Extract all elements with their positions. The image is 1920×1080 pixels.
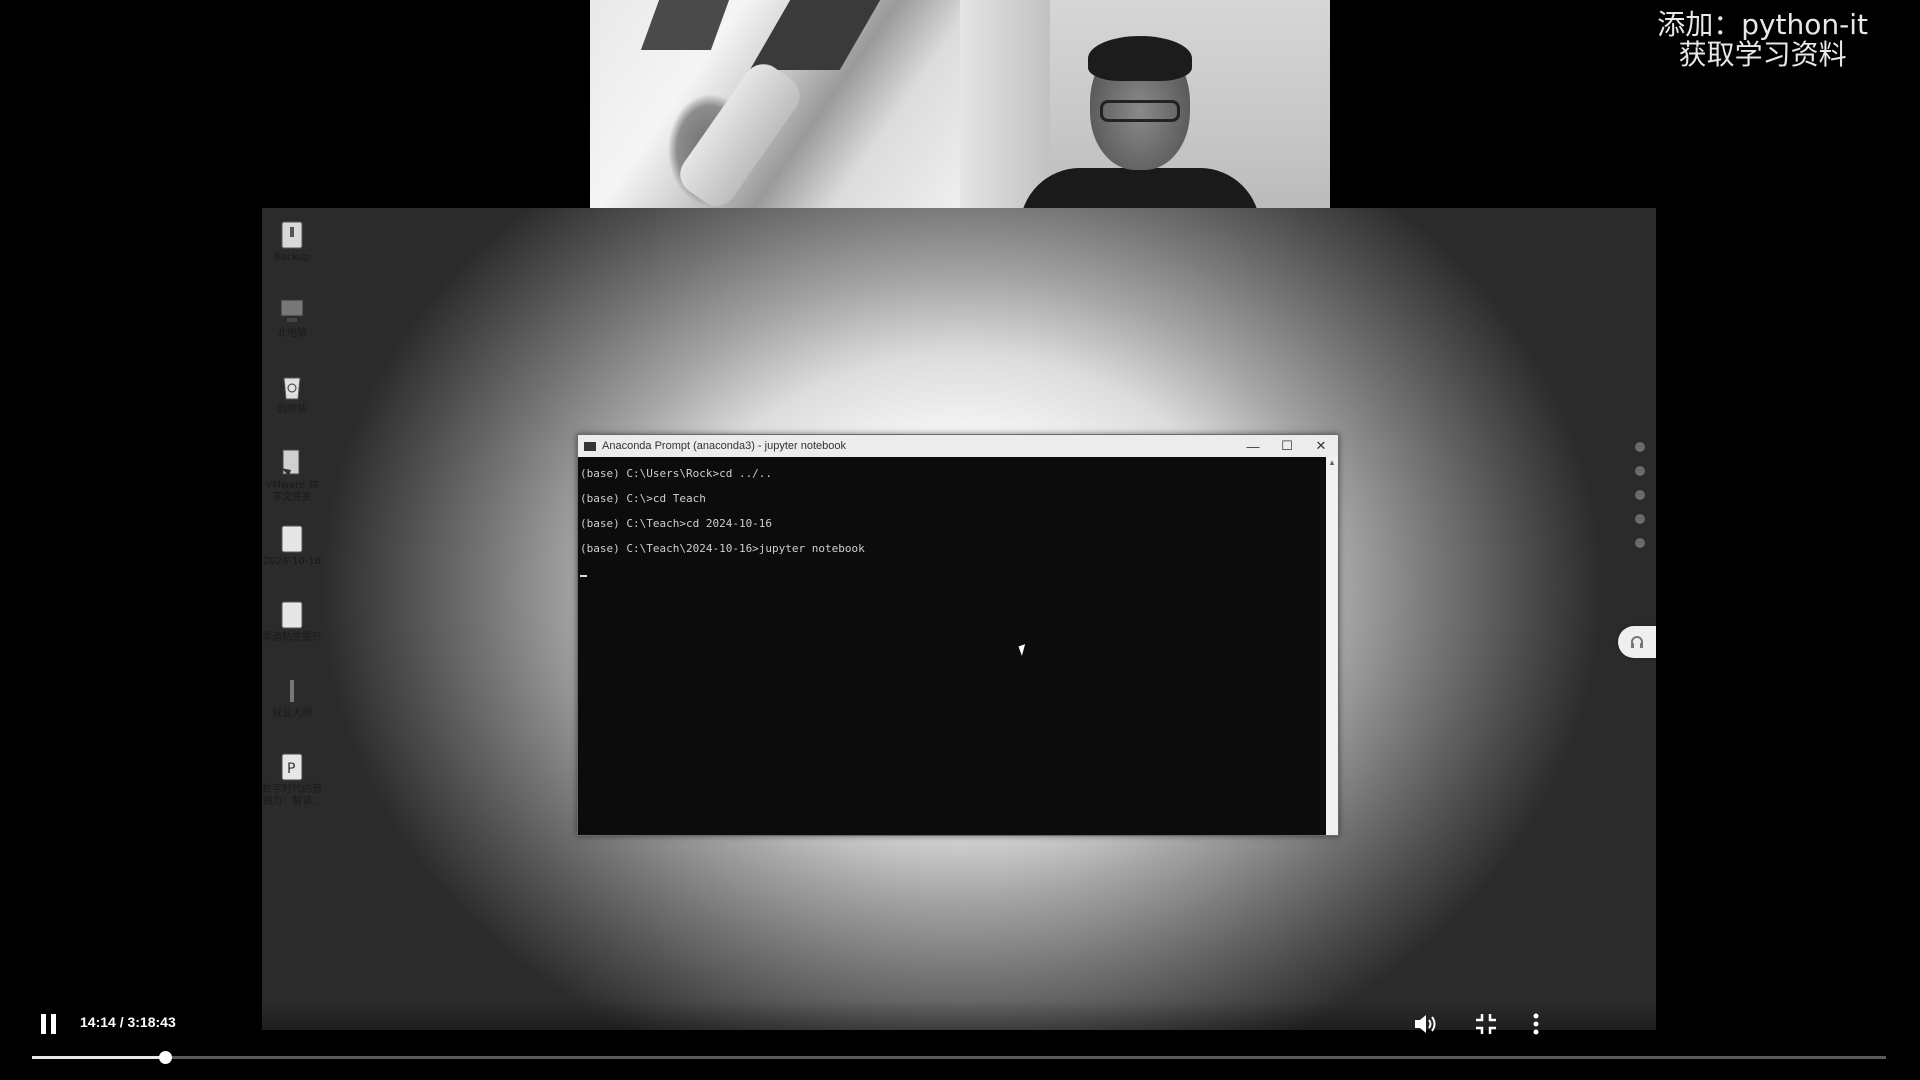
anaconda-prompt-window[interactable]: Anaconda Prompt (anaconda3) - jupyter no… bbox=[577, 434, 1339, 836]
desktop-icon-label: Backup bbox=[273, 252, 311, 263]
desktop-icon-presentation[interactable]: P 数字时代的营销力：解读... bbox=[262, 746, 322, 808]
desktop-icon-label: VMware 共享文件夹 bbox=[265, 480, 319, 503]
side-toolbar bbox=[1630, 428, 1650, 562]
terminal-line: (base) C:\Teach\2024-10-16>jupyter noteb… bbox=[580, 542, 865, 555]
progress-bar[interactable] bbox=[32, 1051, 1886, 1064]
more-vertical-icon bbox=[1533, 1013, 1539, 1035]
desktop-icon-label: 回收站 bbox=[277, 404, 307, 415]
side-toolbar-dot[interactable] bbox=[1635, 538, 1645, 548]
terminal-line: (base) C:\Teach>cd 2024-10-16 bbox=[580, 517, 773, 530]
shared-folder-icon bbox=[281, 449, 300, 476]
terminal-icon bbox=[584, 441, 596, 451]
desktop-icon-vmware-shared[interactable]: VMware 共享文件夹 bbox=[262, 442, 322, 504]
terminal-cursor-line bbox=[580, 567, 1326, 592]
side-toolbar-dot[interactable] bbox=[1635, 442, 1645, 452]
desktop-icon-employment-outline[interactable]: 就业大纲 bbox=[262, 670, 322, 720]
webcam-feed-left bbox=[590, 0, 960, 208]
window-titlebar[interactable]: Anaconda Prompt (anaconda3) - jupyter no… bbox=[578, 435, 1338, 457]
desktop-icon-label: 就业大纲 bbox=[272, 708, 312, 719]
desktop-icon-this-pc[interactable]: 此电脑 bbox=[262, 290, 322, 340]
exit-fullscreen-button[interactable] bbox=[1472, 1010, 1500, 1038]
volume-icon bbox=[1415, 1015, 1436, 1033]
webcam-strip bbox=[590, 0, 1330, 208]
folder-icon bbox=[281, 221, 303, 249]
watermark-line-2: 获取学习资料 bbox=[1678, 38, 1847, 71]
side-toolbar-dot[interactable] bbox=[1635, 490, 1645, 500]
maximize-button[interactable]: ☐ bbox=[1270, 435, 1304, 457]
desktop-icon-recycle-bin[interactable]: 回收站 bbox=[262, 366, 322, 416]
desktop-icon-label: 2024-10-16 bbox=[262, 556, 322, 567]
volume-button[interactable] bbox=[1412, 1010, 1440, 1038]
webcam-feed-right bbox=[960, 0, 1330, 208]
side-floating-tab[interactable] bbox=[1618, 626, 1656, 658]
watermark-line-1: 添加：python-it bbox=[1657, 8, 1868, 41]
desktop-icon-label: 数字时代的营销力：解读... bbox=[262, 784, 322, 807]
progress-handle[interactable] bbox=[158, 1051, 172, 1064]
window-title: Anaconda Prompt (anaconda3) - jupyter no… bbox=[602, 440, 846, 452]
desktop-icon-2024-10-16[interactable]: 2024-10-16 bbox=[262, 518, 322, 568]
video-controls: 14:14 / 3:18:43 bbox=[0, 1000, 1920, 1080]
file-icon bbox=[290, 680, 294, 702]
side-toolbar-dot[interactable] bbox=[1635, 466, 1645, 476]
folder-icon bbox=[281, 525, 303, 553]
recycle-bin-icon bbox=[283, 377, 301, 400]
desktop-icon-backup[interactable]: Backup bbox=[262, 214, 322, 264]
pause-icon bbox=[40, 1014, 46, 1034]
folder-icon bbox=[281, 601, 303, 629]
exit-fullscreen-icon bbox=[1476, 1014, 1496, 1034]
desktop-icon-label: 渠道粘性提升 bbox=[262, 632, 322, 643]
side-toolbar-dot[interactable] bbox=[1635, 514, 1645, 524]
progress-fill bbox=[32, 1056, 165, 1059]
powerpoint-icon: P bbox=[281, 753, 303, 781]
terminal-line: (base) C:\Users\Rock>cd ../.. bbox=[580, 467, 773, 480]
vertical-scrollbar[interactable]: ▲ bbox=[1326, 457, 1338, 835]
terminal-output[interactable]: (base) C:\Users\Rock>cd ../.. (base) C:\… bbox=[578, 457, 1326, 835]
shared-desktop: Backup 此电脑 回收站 VMware 共享文件夹 2024-10-16 渠… bbox=[262, 208, 1656, 1030]
more-options-button[interactable] bbox=[1522, 1010, 1550, 1038]
pause-button[interactable] bbox=[36, 1012, 60, 1036]
close-button[interactable]: ✕ bbox=[1304, 435, 1338, 457]
terminal-line: (base) C:\>cd Teach bbox=[580, 492, 706, 505]
svg-text:P: P bbox=[287, 761, 295, 777]
computer-icon bbox=[280, 299, 304, 322]
headset-icon bbox=[1631, 636, 1643, 648]
watermark: 添加：python-it 获取学习资料 bbox=[1657, 10, 1868, 70]
desktop-icon-channel-stickiness[interactable]: 渠道粘性提升 bbox=[262, 594, 322, 644]
desktop-icon-label: 此电脑 bbox=[277, 328, 307, 339]
text-cursor bbox=[580, 575, 587, 577]
time-display: 14:14 / 3:18:43 bbox=[80, 1014, 176, 1030]
minimize-button[interactable]: — bbox=[1236, 435, 1270, 457]
scroll-up-icon[interactable]: ▲ bbox=[1326, 457, 1338, 469]
